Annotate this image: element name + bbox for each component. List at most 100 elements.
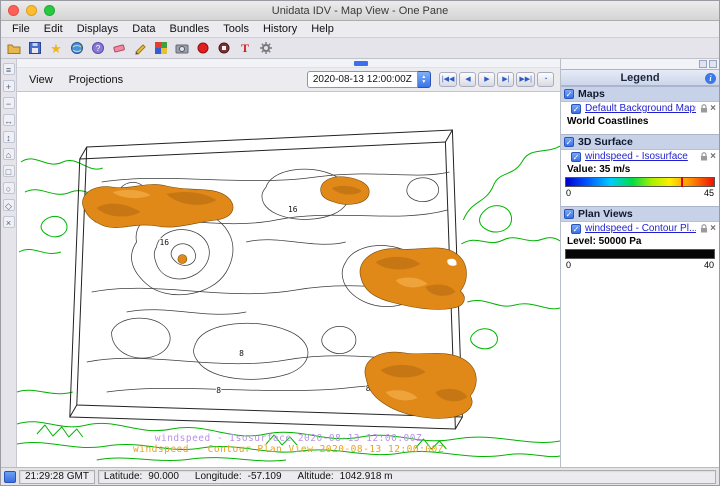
menu-displays[interactable]: Displays: [70, 23, 126, 35]
favorites-star-icon[interactable]: ★: [48, 40, 64, 56]
app-window: Unidata IDV - Map View - One Pane File E…: [0, 0, 720, 486]
open-bundle-icon[interactable]: [6, 40, 22, 56]
remove-view-icon[interactable]: ×: [3, 216, 15, 228]
lock-icon[interactable]: [700, 104, 708, 113]
map-canvas[interactable]: 16 16 8 8 8: [17, 92, 560, 467]
time-value: 2020-08-13 12:00:00Z: [313, 74, 412, 85]
pan-horizontal-icon[interactable]: ↔: [3, 114, 15, 126]
scale-max: 45: [704, 188, 714, 198]
legend-buttons-row: [561, 59, 719, 69]
isosurface-layer: [82, 177, 476, 419]
isosurface-colorbar[interactable]: [565, 177, 715, 187]
remove-display-icon[interactable]: ×: [710, 152, 716, 162]
menu-file[interactable]: File: [5, 23, 37, 35]
menu-projections[interactable]: Projections: [61, 74, 131, 86]
step-back-button[interactable]: ◀: [459, 72, 476, 87]
statusbar: 21:29:28 GMT Latitude: 90.000 Longitude:…: [1, 467, 719, 485]
plan-views-checkbox[interactable]: ✓: [564, 209, 574, 219]
contour-colorbar[interactable]: [565, 249, 715, 259]
contour-display-label: windspeed - Contour Plan View 2020-08-13…: [17, 444, 560, 455]
scale-min: 0: [566, 260, 571, 270]
world-coastlines-label: World Coastlines: [561, 115, 719, 128]
zoom-in-icon[interactable]: +: [3, 80, 15, 92]
svg-text:?: ?: [96, 44, 101, 53]
longitude-label: Longitude:: [195, 471, 242, 482]
stop-movie-icon[interactable]: [216, 40, 232, 56]
progress-strip: [17, 59, 560, 68]
legend-row-background-maps: ✓ Default Background Maps ×: [561, 102, 719, 115]
remove-display-icon[interactable]: ×: [710, 224, 716, 234]
color-palette-icon[interactable]: [153, 40, 169, 56]
window-controls: [8, 5, 55, 16]
surface-section-label: 3D Surface: [578, 136, 633, 148]
time-selector[interactable]: 2020-08-13 12:00:00Z: [307, 71, 418, 88]
contour-scale: 0 40: [561, 260, 719, 272]
maps-checkbox[interactable]: ✓: [564, 89, 574, 99]
clock-display: 21:29:28 GMT: [19, 470, 95, 484]
select-tool-icon[interactable]: ≡: [3, 63, 15, 75]
animation-properties-button[interactable]: ◔: [537, 72, 554, 87]
play-button[interactable]: ▶: [478, 72, 495, 87]
menu-history[interactable]: History: [256, 23, 304, 35]
isosurface-scale: 0 45: [561, 188, 719, 200]
scale-min: 0: [566, 188, 571, 198]
dashboard-globe-icon[interactable]: [69, 40, 85, 56]
time-stepper[interactable]: ▲▼: [418, 71, 431, 88]
help-icon[interactable]: ?: [90, 40, 106, 56]
pan-vertical-icon[interactable]: ↕: [3, 131, 15, 143]
lock-icon[interactable]: [700, 224, 708, 233]
isosurface-checkbox[interactable]: ✓: [571, 152, 581, 162]
menu-help[interactable]: Help: [304, 23, 341, 35]
step-forward-button[interactable]: ▶|: [497, 72, 514, 87]
animation-controls: |◀◀ ◀ ▶ ▶| ▶▶| ◔: [439, 72, 554, 87]
isosurface-link[interactable]: windspeed - Isosurface: [585, 151, 688, 162]
progress-status-icon: [4, 471, 16, 483]
menu-data[interactable]: Data: [125, 23, 162, 35]
close-window-button[interactable]: [8, 5, 19, 16]
background-maps-link[interactable]: Default Background Maps: [585, 103, 696, 114]
map-view-panel: View Projections 2020-08-13 12:00:00Z ▲▼…: [17, 59, 561, 467]
menu-view[interactable]: View: [21, 74, 61, 86]
surface-checkbox[interactable]: ✓: [564, 137, 574, 147]
contour-level-label: Level: 50000 Pa: [561, 235, 719, 248]
draw-pencil-icon[interactable]: [132, 40, 148, 56]
view-menu-row: View Projections 2020-08-13 12:00:00Z ▲▼…: [17, 68, 560, 92]
record-movie-icon[interactable]: [195, 40, 211, 56]
background-maps-checkbox[interactable]: ✓: [571, 104, 581, 114]
menu-bundles[interactable]: Bundles: [163, 23, 217, 35]
first-frame-button[interactable]: |◀◀: [439, 72, 458, 87]
menu-edit[interactable]: Edit: [37, 23, 70, 35]
last-frame-button[interactable]: ▶▶|: [516, 72, 535, 87]
colorbar-value-marker: [681, 177, 683, 187]
rotate-view-icon[interactable]: ○: [3, 182, 15, 194]
latitude-value: 90.000: [148, 471, 179, 482]
save-bundle-icon[interactable]: [27, 40, 43, 56]
view-toolbar-left: ≡ + − ↔ ↕ ⌂ □ ○ ◇ ×: [1, 59, 17, 467]
erase-displays-icon[interactable]: [111, 40, 127, 56]
contour-plan-link[interactable]: windspeed - Contour Pl...: [585, 223, 696, 234]
isosurface-dot: [178, 255, 187, 264]
isosurface-display-label: windspeed - Isosurface 2020-08-13 12:00:…: [17, 433, 560, 444]
plan-views-section-label: Plan Views: [578, 208, 633, 220]
menu-tools[interactable]: Tools: [216, 23, 256, 35]
progress-indicator: [354, 61, 368, 66]
home-view-icon[interactable]: ⌂: [3, 148, 15, 160]
legend-title: Legend: [620, 72, 659, 84]
lock-icon[interactable]: [700, 152, 708, 161]
altitude-value: 1042.918 m: [340, 471, 393, 482]
legend-row-isosurface: ✓ windspeed - Isosurface ×: [561, 150, 719, 163]
text-note-icon[interactable]: T: [237, 40, 253, 56]
preferences-gear-icon[interactable]: [258, 40, 274, 56]
snapshot-camera-icon[interactable]: [174, 40, 190, 56]
perspective-view-icon[interactable]: ◇: [3, 199, 15, 211]
minimize-window-button[interactable]: [26, 5, 37, 16]
info-icon[interactable]: i: [705, 73, 716, 84]
zoom-out-icon[interactable]: −: [3, 97, 15, 109]
legend-panel: Legend i ✓ Maps ✓ Default Background Map…: [561, 59, 719, 467]
hide-legend-icon[interactable]: [709, 60, 717, 68]
zoom-window-button[interactable]: [44, 5, 55, 16]
box-view-icon[interactable]: □: [3, 165, 15, 177]
contour-plan-checkbox[interactable]: ✓: [571, 224, 581, 234]
float-legend-icon[interactable]: [699, 60, 707, 68]
remove-display-icon[interactable]: ×: [710, 104, 716, 114]
